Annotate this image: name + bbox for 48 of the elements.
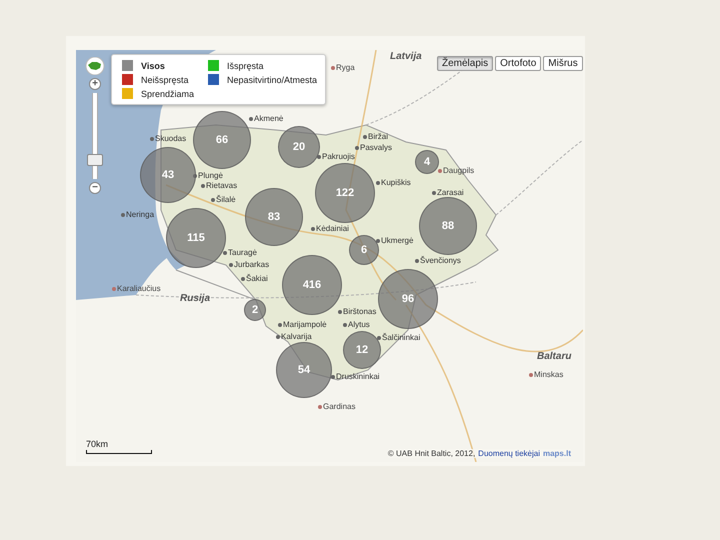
- zoom-slider-thumb[interactable]: [87, 154, 103, 166]
- city-label: Ryga: [336, 63, 355, 73]
- city-label: Jurbarkas: [234, 260, 270, 270]
- city-label: Pasvalys: [360, 143, 392, 153]
- city-label: Daugpils: [443, 166, 474, 176]
- legend-item[interactable]: Neišspręsta: [141, 74, 189, 84]
- city-label: Marijampolė: [283, 320, 327, 330]
- legend-item[interactable]: Išspręsta: [227, 60, 264, 70]
- city-label: Minskas: [534, 370, 564, 380]
- city-label: Kalvarija: [281, 332, 312, 342]
- cluster-marker[interactable]: 66: [193, 111, 251, 169]
- city-label: Neringa: [126, 210, 154, 220]
- country-logo-icon[interactable]: [84, 57, 106, 75]
- city-label: Druskininkai: [336, 372, 380, 382]
- provider-logo[interactable]: maps.lt: [542, 449, 571, 458]
- cluster-marker[interactable]: 2: [244, 299, 266, 321]
- city-label: Skuodas: [155, 134, 186, 144]
- data-providers-link[interactable]: Duomenų tiekėjai: [478, 449, 540, 458]
- country-label: Rusija: [180, 294, 210, 304]
- city-label: Plungė: [198, 171, 223, 181]
- city-label: Tauragė: [228, 248, 257, 258]
- city-label: Akmenė: [254, 114, 284, 124]
- cluster-marker[interactable]: 54: [276, 342, 332, 398]
- city-label: Alytus: [348, 320, 370, 330]
- city-label: Gardinas: [323, 402, 356, 412]
- map-type-tab[interactable]: Ortofoto: [495, 56, 542, 71]
- legend-item[interactable]: Nepasitvirtino/Atmesta: [227, 74, 318, 84]
- map-type-tab[interactable]: Mišrus: [543, 56, 583, 71]
- city-label: Šilalė: [216, 195, 236, 205]
- city-label: Pakruojis: [322, 152, 355, 162]
- legend-item[interactable]: Sprendžiama: [141, 88, 194, 98]
- scale-bar: [86, 450, 152, 454]
- city-label: Kėdainiai: [316, 224, 349, 234]
- city-label: Biržai: [368, 132, 388, 142]
- city-label: Šalčininkai: [382, 333, 420, 343]
- copyright-text: © UAB Hnit Baltic, 2012,: [388, 449, 476, 458]
- scale-label: 70km: [86, 439, 110, 449]
- city-label: Rietavas: [206, 181, 238, 191]
- city-label: Zarasai: [437, 188, 464, 198]
- map-type-tab[interactable]: Žemėlapis: [437, 56, 494, 71]
- legend-item[interactable]: Visos: [141, 60, 165, 70]
- city-label: Švenčionys: [420, 256, 461, 266]
- city-label: Kupiškis: [381, 178, 411, 188]
- country-label: Latvija: [390, 52, 422, 62]
- city-label: Birštonas: [343, 307, 376, 317]
- city-label: Šakiai: [246, 274, 268, 284]
- country-label: Baltaru: [537, 352, 572, 362]
- city-label: Ukmergė: [381, 236, 414, 246]
